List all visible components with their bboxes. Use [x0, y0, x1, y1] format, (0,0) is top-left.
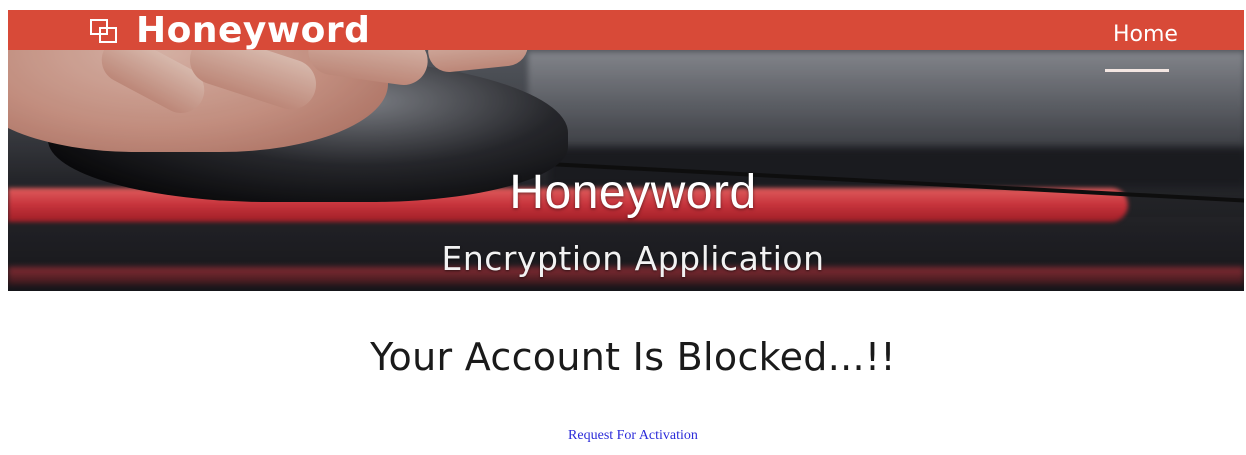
- page: Honeyword Encryption Application Honeywo…: [0, 0, 1246, 455]
- overlapping-squares-icon: [86, 15, 120, 45]
- hero-subtitle: Encryption Application: [441, 239, 825, 278]
- hero-title: Honeyword: [509, 166, 757, 219]
- nav-home-link[interactable]: Home: [1113, 22, 1178, 47]
- brand-logo[interactable]: Honeyword: [86, 9, 371, 51]
- top-navbar: Honeyword Home: [8, 9, 1244, 51]
- nav-home-active-indicator: [1105, 69, 1169, 72]
- account-blocked-heading: Your Account Is Blocked...!!: [370, 335, 896, 379]
- request-activation-link[interactable]: Request For Activation: [0, 428, 1246, 444]
- brand-name: Honeyword: [136, 9, 371, 51]
